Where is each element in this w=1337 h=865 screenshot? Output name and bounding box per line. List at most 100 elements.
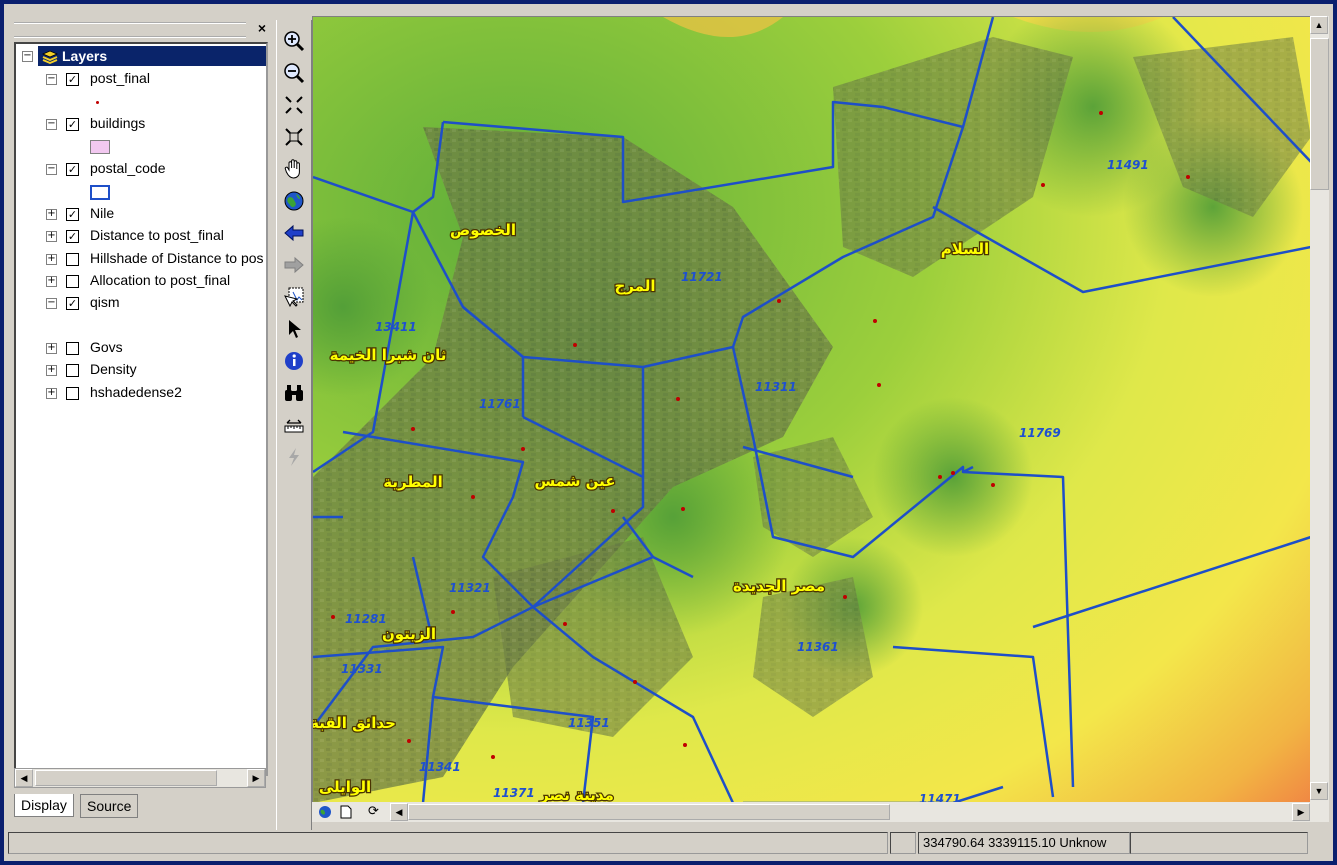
checkbox-allocation[interactable] <box>66 275 79 288</box>
layers-root[interactable]: Layers <box>38 46 266 66</box>
panel-grip[interactable] <box>14 22 246 38</box>
layer-label-hshadedense2[interactable]: hshadedense2 <box>90 384 182 400</box>
postal-code-11351: 11351 <box>568 716 610 730</box>
checkbox-buildings[interactable]: ✓ <box>66 118 79 131</box>
zoom-out-icon[interactable] <box>282 60 306 86</box>
layers-stack-icon <box>42 50 58 65</box>
map-scroll-right-icon[interactable]: ▶ <box>1292 803 1310 821</box>
back-arrow-icon[interactable] <box>282 220 306 246</box>
full-extent-globe-icon[interactable] <box>282 188 306 214</box>
forward-arrow-icon[interactable] <box>282 252 306 278</box>
district-label-zeitoun: الزيتون <box>382 625 436 643</box>
tab-source[interactable]: Source <box>80 794 139 818</box>
post-final-symbol <box>96 101 99 104</box>
layer-label-hillshade[interactable]: Hillshade of Distance to pos <box>90 250 264 266</box>
postal-code-11321: 11321 <box>449 581 491 595</box>
layer-label-qism[interactable]: qism <box>90 294 120 310</box>
district-label-hadaek: حدائق القبة <box>313 714 396 732</box>
pan-hand-icon[interactable] <box>282 156 306 182</box>
postal-code-11491: 11491 <box>1107 158 1149 172</box>
status-pane-extra <box>1130 832 1308 854</box>
collapse-postal-code-icon[interactable]: − <box>46 164 57 175</box>
district-label-matariya: المطرية <box>383 473 443 491</box>
scroll-down-icon[interactable]: ▼ <box>1310 782 1328 800</box>
layout-view-icon[interactable] <box>340 805 352 819</box>
expand-hillshade-icon[interactable]: + <box>46 254 57 265</box>
district-label-khosous: الخصوص <box>450 221 516 239</box>
find-binoculars-icon[interactable] <box>282 380 306 406</box>
identify-icon[interactable] <box>282 348 306 374</box>
postal-code-11361: 11361 <box>797 640 839 654</box>
expand-govs-icon[interactable]: + <box>46 343 57 354</box>
district-label-misr-gedida: مصر الجديدة <box>733 577 825 595</box>
layer-label-govs[interactable]: Govs <box>90 339 123 355</box>
checkbox-hshadedense2[interactable] <box>66 387 79 400</box>
postal-code-11769: 11769 <box>1019 426 1061 440</box>
district-label-salam: السلام <box>941 240 989 258</box>
layers-root-label: Layers <box>62 48 108 64</box>
checkbox-post-final[interactable]: ✓ <box>66 73 79 86</box>
postal-code-11311: 11311 <box>755 380 797 394</box>
collapse-root-icon[interactable]: − <box>22 51 33 62</box>
postal-code-11371: 11371 <box>493 786 535 800</box>
checkbox-density[interactable] <box>66 364 79 377</box>
scroll-left-icon[interactable]: ◀ <box>15 769 33 787</box>
tools-toolbar <box>276 20 312 830</box>
fixed-zoom-out-icon[interactable] <box>282 124 306 150</box>
checkbox-distance[interactable]: ✓ <box>66 230 79 243</box>
buildings-symbol <box>90 140 110 154</box>
measure-icon[interactable] <box>282 412 306 438</box>
fixed-zoom-in-icon[interactable] <box>282 92 306 118</box>
expand-distance-icon[interactable]: + <box>46 231 57 242</box>
checkbox-hillshade[interactable] <box>66 253 79 266</box>
layer-label-distance[interactable]: Distance to post_final <box>90 227 224 243</box>
district-label-waily: الوايلى <box>319 778 371 796</box>
close-panel-button[interactable]: × <box>254 20 270 36</box>
scroll-right-icon[interactable]: ▶ <box>247 769 265 787</box>
checkbox-govs[interactable] <box>66 342 79 355</box>
postal-code-11331: 11331 <box>341 662 383 676</box>
expand-nile-icon[interactable]: + <box>46 209 57 220</box>
collapse-qism-icon[interactable]: − <box>46 298 57 309</box>
expand-hshadedense2-icon[interactable]: + <box>46 388 57 399</box>
map-bottom-bar: ⟳ ◀ ▶ <box>312 802 1329 822</box>
postal-code-11341: 11341 <box>419 760 461 774</box>
zoom-in-icon[interactable] <box>282 28 306 54</box>
collapse-buildings-icon[interactable]: − <box>46 119 57 130</box>
refresh-icon[interactable]: ⟳ <box>368 804 382 818</box>
checkbox-qism[interactable]: ✓ <box>66 297 79 310</box>
expand-allocation-icon[interactable]: + <box>46 276 57 287</box>
layer-label-allocation[interactable]: Allocation to post_final <box>90 272 230 288</box>
layer-label-post-final[interactable]: post_final <box>90 70 150 86</box>
status-message <box>8 832 888 854</box>
layer-label-nile[interactable]: Nile <box>90 205 114 221</box>
postal-code-11761: 11761 <box>479 397 521 411</box>
postal-code-13411: 13411 <box>375 320 417 334</box>
layer-label-buildings[interactable]: buildings <box>90 115 145 131</box>
layer-tree: − Layers − ✓ post_final − ✓ buildings − … <box>14 42 268 776</box>
status-coordinates: 334790.64 3339115.10 Unknow <box>918 832 1130 854</box>
collapse-post-final-icon[interactable]: − <box>46 74 57 85</box>
tab-display[interactable]: Display <box>14 794 74 817</box>
data-view-icon[interactable] <box>318 805 332 819</box>
table-of-contents-panel: × − Layers − ✓ post_final − ✓ buildings … <box>10 16 272 828</box>
layer-label-postal-code[interactable]: postal_code <box>90 160 166 176</box>
scroll-up-icon[interactable]: ▲ <box>1310 16 1328 34</box>
map-vertical-scrollbar[interactable]: ▲ ▼ <box>1310 16 1329 802</box>
hyperlink-lightning-icon[interactable] <box>282 444 306 470</box>
scroll-thumb[interactable] <box>35 770 217 786</box>
vertical-scroll-thumb[interactable] <box>1310 38 1329 190</box>
layer-label-density[interactable]: Density <box>90 361 137 377</box>
checkbox-postal-code[interactable]: ✓ <box>66 163 79 176</box>
postal-code-11281: 11281 <box>345 612 387 626</box>
checkbox-nile[interactable]: ✓ <box>66 208 79 221</box>
map-display[interactable]: 11721 11491 13411 11311 11761 11769 1132… <box>312 16 1312 804</box>
arcmap-window: × − Layers − ✓ post_final − ✓ buildings … <box>4 4 1333 861</box>
expand-density-icon[interactable]: + <box>46 365 57 376</box>
toc-horizontal-scrollbar[interactable]: ◀ ▶ <box>14 768 266 788</box>
select-features-icon[interactable] <box>282 284 306 310</box>
map-scroll-left-icon[interactable]: ◀ <box>390 803 408 821</box>
select-pointer-icon[interactable] <box>282 316 306 342</box>
district-label-ain-shams: عين شمس <box>534 472 615 490</box>
horizontal-scroll-thumb[interactable] <box>408 804 890 820</box>
